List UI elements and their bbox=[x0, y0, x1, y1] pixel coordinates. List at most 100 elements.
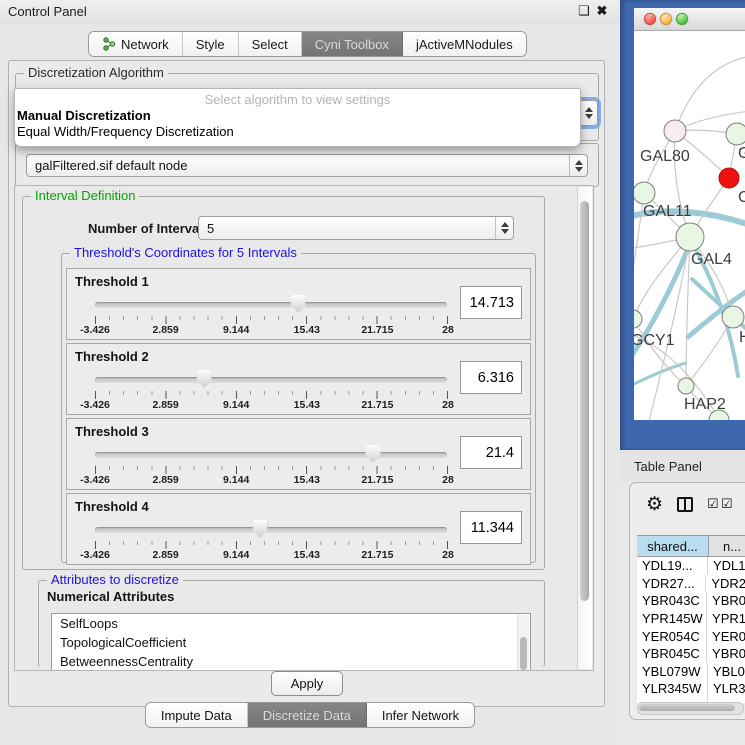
threshold-4-value-field[interactable]: 11.344 bbox=[460, 511, 522, 544]
float-window-icon[interactable]: ❏ bbox=[576, 3, 592, 19]
threshold-2-value-field[interactable]: 6.316 bbox=[460, 361, 522, 394]
gear-icon[interactable]: ⚙ bbox=[646, 493, 663, 516]
cell-name[interactable]: YER0 bbox=[707, 627, 745, 645]
tab-infer-network[interactable]: Infer Network bbox=[367, 703, 474, 727]
minimize-traffic-light-icon[interactable] bbox=[660, 13, 672, 25]
column-header-shared-name[interactable]: shared... bbox=[637, 536, 709, 556]
checkbox-icon[interactable]: ☑ bbox=[721, 496, 733, 512]
tab-select-label: Select bbox=[252, 37, 288, 52]
scale-label: 2.859 bbox=[152, 549, 178, 561]
scale-label: 21.715 bbox=[361, 549, 393, 561]
slider-track[interactable] bbox=[95, 302, 447, 308]
table-row[interactable]: YBR043CYBR0 bbox=[637, 592, 745, 610]
slider-thumb[interactable] bbox=[197, 370, 212, 388]
table-row[interactable]: YPR145WYPR1 bbox=[637, 610, 745, 628]
tab-style[interactable]: Style bbox=[183, 32, 239, 56]
cell-shared-name[interactable]: YBR043C bbox=[637, 592, 707, 610]
scale-label: 2.859 bbox=[152, 399, 178, 411]
table-data-combobox[interactable]: galFiltered.sif default node bbox=[26, 154, 588, 177]
threshold-2-slider[interactable] bbox=[95, 372, 447, 388]
node-gal80[interactable] bbox=[664, 120, 686, 142]
list-item[interactable]: TopologicalCoefficient bbox=[52, 633, 530, 652]
list-scrollbar[interactable] bbox=[517, 615, 529, 671]
list-item[interactable]: BetweennessCentrality bbox=[52, 652, 530, 671]
tab-jactivemnodules-label: jActiveMNodules bbox=[416, 37, 513, 52]
column-header-name[interactable]: n... bbox=[709, 536, 745, 556]
cell-name[interactable]: YPR1 bbox=[707, 610, 745, 628]
slider-thumb[interactable] bbox=[253, 520, 268, 538]
table-horizontal-scrollbar-thumb[interactable] bbox=[639, 704, 735, 711]
table-row[interactable]: YER054CYER0 bbox=[637, 627, 745, 645]
threshold-3-value-field[interactable]: 21.4 bbox=[460, 436, 522, 469]
slider-thumb[interactable] bbox=[291, 295, 306, 313]
cell-name[interactable]: YDR2 bbox=[706, 575, 745, 593]
combobox-stepper[interactable] bbox=[569, 155, 587, 176]
table-row[interactable]: YDL19...YDL1 bbox=[637, 557, 745, 575]
scale-label: 21.715 bbox=[361, 324, 393, 336]
tab-discretize-data[interactable]: Discretize Data bbox=[248, 703, 367, 727]
cell-shared-name[interactable]: YPR145W bbox=[637, 610, 707, 628]
cell-name[interactable]: YDL1 bbox=[708, 557, 745, 575]
node-top-right[interactable] bbox=[726, 123, 745, 145]
interval-definition-group: Interval Definition Number of Intervals … bbox=[22, 196, 545, 570]
slider-track[interactable] bbox=[95, 377, 447, 383]
cell-name[interactable]: YBL0 bbox=[708, 663, 745, 681]
table-data-group: Table Data galFiltered.sif default node bbox=[15, 143, 599, 187]
close-traffic-light-icon[interactable] bbox=[644, 13, 656, 25]
cell-shared-name[interactable]: YER054C bbox=[637, 627, 707, 645]
threshold-3-slider[interactable] bbox=[95, 447, 447, 463]
algorithm-option-equal-width[interactable]: Equal Width/Frequency Discretization bbox=[15, 123, 580, 139]
node-hap2[interactable] bbox=[678, 378, 694, 394]
slider-track[interactable] bbox=[95, 452, 447, 458]
network-canvas[interactable]: GAL80 GA C GAL11 GAL4 GCY1 H HAP2 bbox=[634, 31, 745, 420]
split-columns-icon[interactable] bbox=[677, 497, 693, 512]
attributes-group-label: Attributes to discretize bbox=[47, 572, 183, 587]
cell-shared-name[interactable]: YDR27... bbox=[637, 575, 706, 593]
table-row[interactable]: YDR27...YDR2 bbox=[637, 575, 745, 593]
cell-name[interactable]: YBR0 bbox=[707, 592, 745, 610]
combobox-stepper[interactable] bbox=[495, 217, 513, 239]
tab-jactivemnodules[interactable]: jActiveMNodules bbox=[403, 32, 526, 56]
tab-impute-data[interactable]: Impute Data bbox=[146, 703, 248, 727]
cell-name[interactable]: YBR0 bbox=[707, 645, 745, 663]
table-row[interactable]: YLR345WYLR3 bbox=[637, 680, 745, 698]
node-h[interactable] bbox=[722, 306, 744, 328]
tab-select[interactable]: Select bbox=[239, 32, 302, 56]
algorithm-option-manual[interactable]: Manual Discretization bbox=[15, 107, 580, 123]
table-body[interactable]: YDL19...YDL1 YDR27...YDR2 YBR043CYBR0 YP… bbox=[637, 557, 745, 703]
list-scrollbar-thumb[interactable] bbox=[520, 637, 527, 670]
settings-scrollbar[interactable] bbox=[577, 187, 592, 669]
checkbox-icon[interactable]: ☑ bbox=[707, 496, 719, 512]
tab-cyni-toolbox[interactable]: Cyni Toolbox bbox=[302, 32, 403, 56]
node-gal4[interactable] bbox=[676, 223, 704, 251]
table-horizontal-scrollbar[interactable] bbox=[637, 702, 744, 715]
node-gcy1[interactable] bbox=[634, 310, 642, 328]
threshold-1-slider[interactable] bbox=[95, 297, 447, 313]
combobox-stepper[interactable] bbox=[579, 101, 597, 125]
node-red[interactable] bbox=[719, 168, 739, 188]
cell-name[interactable]: YLR3 bbox=[708, 680, 745, 698]
cell-shared-name[interactable]: YDL19... bbox=[637, 557, 708, 575]
node-gal11[interactable] bbox=[634, 182, 655, 204]
apply-button[interactable]: Apply bbox=[271, 671, 343, 696]
control-panel-tabbar: Network Style Select Cyni Toolbox jActiv… bbox=[88, 31, 527, 57]
algorithm-popup-hint[interactable]: Select algorithm to view settings bbox=[15, 89, 580, 107]
table-row[interactable]: YBL079WYBL0 bbox=[637, 663, 745, 681]
numerical-attributes-list[interactable]: SelfLoops TopologicalCoefficient Between… bbox=[51, 613, 531, 671]
zoom-traffic-light-icon[interactable] bbox=[676, 13, 688, 25]
cell-shared-name[interactable]: YLR345W bbox=[637, 680, 708, 698]
thresholds-stack: Threshold 1 -3.426 2.859 9.144 bbox=[66, 268, 531, 565]
threshold-1-value-field[interactable]: 14.713 bbox=[460, 286, 522, 319]
close-window-icon[interactable]: ✖ bbox=[594, 3, 610, 19]
cell-shared-name[interactable]: YBR045C bbox=[637, 645, 707, 663]
tab-network[interactable]: Network bbox=[89, 32, 183, 56]
cell-shared-name[interactable]: YBL079W bbox=[637, 663, 708, 681]
slider-track[interactable] bbox=[95, 527, 447, 533]
threshold-4-slider[interactable] bbox=[95, 522, 447, 538]
settings-scrollbar-thumb[interactable] bbox=[580, 201, 589, 601]
slider-thumb[interactable] bbox=[366, 445, 381, 463]
table-row[interactable]: YBR045CYBR0 bbox=[637, 645, 745, 663]
scale-label: 28 bbox=[442, 399, 454, 411]
number-of-intervals-combobox[interactable]: 5 bbox=[198, 216, 514, 240]
list-item[interactable]: SelfLoops bbox=[52, 614, 530, 633]
